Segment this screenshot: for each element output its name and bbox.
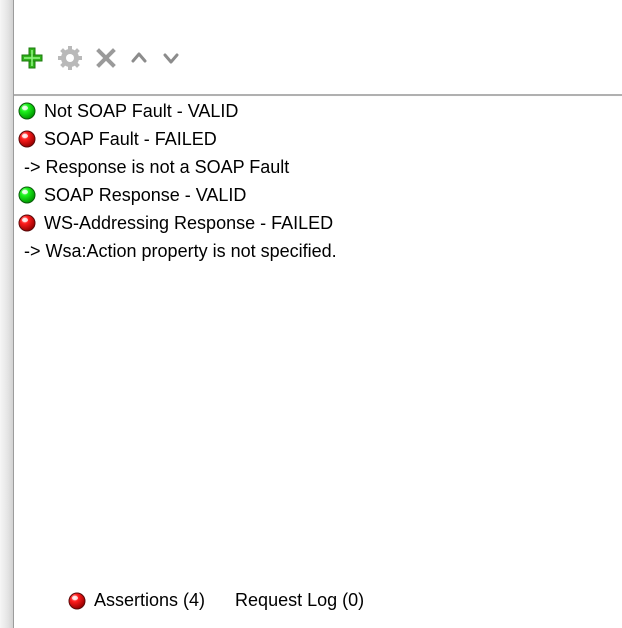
assertions-tab-label: Assertions (4) <box>94 590 205 611</box>
assertion-label: WS-Addressing Response - FAILED <box>44 213 333 234</box>
move-up-button[interactable] <box>130 49 148 67</box>
plus-icon <box>20 46 44 70</box>
assertion-row[interactable]: SOAP Response - VALID <box>18 181 622 209</box>
assertion-row[interactable]: SOAP Fault - FAILED <box>18 125 622 153</box>
assertion-list: Not SOAP Fault - VALID SOAP Fault - FAILE… <box>14 97 622 572</box>
assertions-toolbar <box>14 30 622 86</box>
assertion-row[interactable]: WS-Addressing Response - FAILED <box>18 209 622 237</box>
chevron-down-icon <box>162 49 180 67</box>
vertical-resize-handle[interactable] <box>0 0 14 628</box>
status-led-pass <box>18 186 36 204</box>
configure-button[interactable] <box>58 46 82 70</box>
assertions-tab[interactable]: Assertions (4) <box>68 590 205 611</box>
assertion-label: Not SOAP Fault - VALID <box>44 101 238 122</box>
assertion-label: SOAP Fault - FAILED <box>44 129 217 150</box>
assertion-label: SOAP Response - VALID <box>44 185 246 206</box>
remove-assertion-button[interactable] <box>96 48 116 68</box>
status-led-fail <box>18 130 36 148</box>
assertions-status-led <box>68 592 86 610</box>
status-led-fail <box>18 214 36 232</box>
request-log-tab[interactable]: Request Log (0) <box>235 590 364 611</box>
move-down-button[interactable] <box>162 49 180 67</box>
chevron-up-icon <box>130 49 148 67</box>
assertion-detail: -> Response is not a SOAP Fault <box>18 153 622 181</box>
request-log-tab-label: Request Log (0) <box>235 590 364 611</box>
status-led-pass <box>18 102 36 120</box>
assertion-detail: -> Wsa:Action property is not specified. <box>18 237 622 265</box>
footer-tabs: Assertions (4) Request Log (0) <box>14 572 622 628</box>
x-icon <box>96 48 116 68</box>
assertion-row[interactable]: Not SOAP Fault - VALID <box>18 97 622 125</box>
add-assertion-button[interactable] <box>20 46 44 70</box>
gear-icon <box>58 46 82 70</box>
